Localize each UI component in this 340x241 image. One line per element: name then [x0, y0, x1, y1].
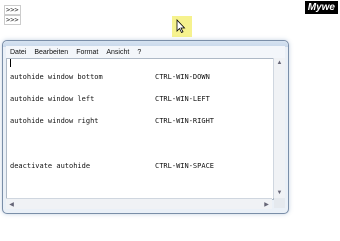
menu-file[interactable]: Datei [6, 49, 30, 56]
text-line: deactivate autohide CTRL-WIN-SPACE [10, 161, 215, 170]
text-line: autohide window bottom CTRL-WIN-DOWN [10, 72, 214, 81]
line-shortcut: CTRL-WIN-RIGHT [155, 117, 215, 126]
menu-edit[interactable]: Bearbeiten [30, 49, 72, 56]
prompt-line-2: >>> [4, 15, 21, 25]
line-command [10, 140, 155, 147]
menu-help[interactable]: ? [133, 49, 145, 56]
line-shortcut: CTRL-WIN-SPACE [155, 161, 215, 170]
scroll-down-icon[interactable]: ▼ [274, 188, 285, 198]
line-command: autohide window bottom [10, 72, 103, 81]
scroll-up-icon[interactable]: ▲ [274, 58, 285, 68]
notepad-window[interactable]: Datei Bearbeiten Format Ansicht ? autohi… [2, 40, 289, 214]
line-shortcut: CTRL-WIN-LEFT [155, 95, 210, 104]
text-line: autohide window right CTRL-WIN-RIGHT [10, 117, 215, 126]
line-command: autohide window left [10, 95, 95, 104]
line-shortcut: CTRL-WIN-DOWN [155, 72, 210, 81]
line-command: autohide window right [10, 117, 99, 126]
scrollbar-corner [274, 198, 285, 208]
menu-format[interactable]: Format [72, 49, 102, 56]
menu-bar: Datei Bearbeiten Format Ansicht ? [6, 46, 285, 58]
text-editor[interactable]: autohide window bottom CTRL-WIN-DOWN aut… [6, 58, 274, 200]
text-line: autohide window left CTRL-WIN-LEFT [10, 95, 214, 104]
horizontal-scrollbar[interactable]: ◀ ▶ [6, 198, 272, 209]
scroll-right-icon[interactable]: ▶ [261, 199, 272, 209]
menu-view[interactable]: Ansicht [102, 49, 133, 56]
text-line [10, 140, 214, 147]
line-command: deactivate autohide [10, 161, 91, 170]
mouse-pointer-icon [176, 19, 186, 33]
editor-content: autohide window bottom CTRL-WIN-DOWN aut… [10, 59, 214, 185]
console-prompt: >>> >>> [4, 5, 21, 25]
brand-logo: Mywe [304, 1, 338, 14]
scroll-left-icon[interactable]: ◀ [6, 199, 17, 209]
vertical-scrollbar[interactable]: ▲ ▼ [273, 58, 285, 198]
prompt-line-1: >>> [4, 5, 21, 15]
